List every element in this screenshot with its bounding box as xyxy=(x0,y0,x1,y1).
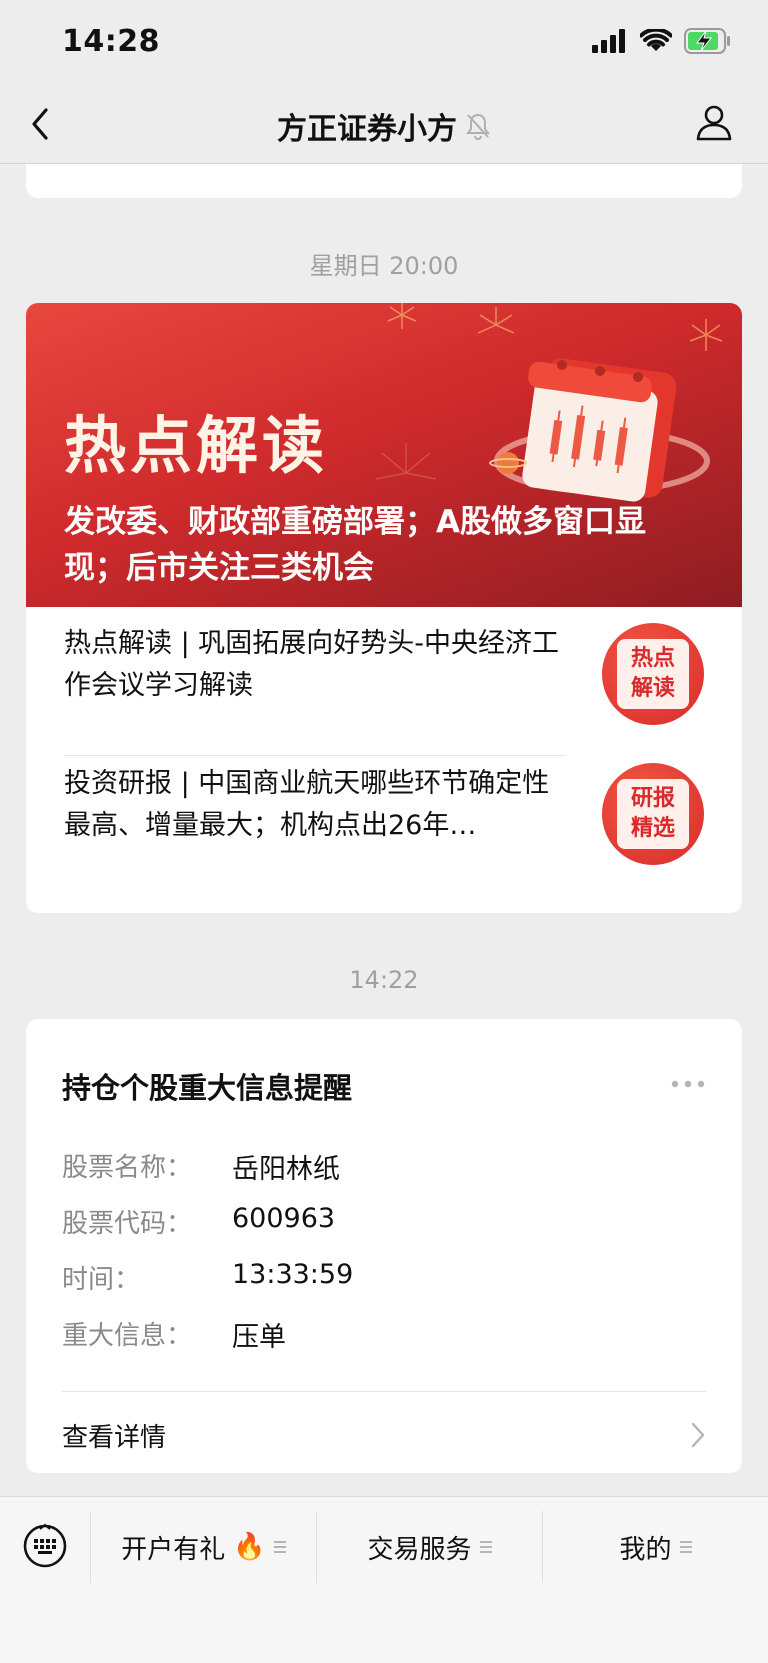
field-value: 岳阳林纸 xyxy=(232,1154,340,1185)
field-label: 时间： xyxy=(62,1265,141,1295)
previous-message-card[interactable] xyxy=(26,164,742,198)
fire-icon: 🔥 xyxy=(233,1532,266,1562)
news-item[interactable]: 投资研报 | 中国商业航天哪些环节确定性最高、增量最大；机构点出26年… 研报精… xyxy=(64,763,704,893)
news-item-title: 投资研报 | 中国商业航天哪些环节确定性最高、增量最大；机构点出26年… xyxy=(64,768,550,841)
chevron-right-icon xyxy=(691,1422,705,1448)
news-card: 热点解读 发改委、财政部重磅部署；A股做多窗口显现；后市关注三类机会 热点解读 … xyxy=(26,303,742,913)
menu-item-account-gift[interactable]: 开户有礼 🔥 xyxy=(90,1511,316,1583)
field-value: 13:33:59 xyxy=(232,1259,354,1290)
user-profile-icon[interactable] xyxy=(694,102,734,142)
divider xyxy=(62,1391,706,1392)
status-time: 14:28 xyxy=(62,24,160,59)
news-thumbnail-label: 研报 精选 xyxy=(617,779,689,849)
banner-title: 热点解读 xyxy=(64,409,329,482)
field-label: 股票名称： xyxy=(62,1153,193,1183)
alert-card[interactable]: 持仓个股重大信息提醒 股票名称： 岳阳林纸 股票代码： 600963 时间： 1… xyxy=(26,1019,742,1473)
chat-name: 方正证券小方 xyxy=(277,112,457,147)
news-thumbnail: 热点 解读 xyxy=(602,623,704,725)
field-major-info: 重大信息： 压单 xyxy=(62,1315,702,1355)
news-item-title: 热点解读 | 巩固拓展向好势头-中央经济工作会议学习解读 xyxy=(64,628,560,701)
message-timestamp: 14:22 xyxy=(349,966,419,994)
wifi-icon xyxy=(640,29,672,51)
submenu-icon xyxy=(679,1538,692,1556)
menu-item-mine[interactable]: 我的 xyxy=(542,1511,768,1583)
news-thumbnail: 研报 精选 xyxy=(602,763,704,865)
divider xyxy=(64,755,566,756)
field-stock-code: 股票代码： 600963 xyxy=(62,1203,702,1243)
menu-item-label: 我的 xyxy=(619,1534,672,1565)
view-details-label: 查看详情 xyxy=(62,1423,167,1453)
news-thumbnail-label: 热点 解读 xyxy=(617,639,689,709)
keyboard-icon[interactable] xyxy=(22,1523,68,1569)
signal-icon xyxy=(592,29,625,53)
news-item[interactable]: 热点解读 | 巩固拓展向好势头-中央经济工作会议学习解读 热点 解读 xyxy=(64,623,704,753)
menu-item-label: 交易服务 xyxy=(367,1534,472,1565)
field-stock-name: 股票名称： 岳阳林纸 xyxy=(62,1147,702,1187)
field-label: 股票代码： xyxy=(62,1209,193,1239)
submenu-icon xyxy=(479,1538,492,1556)
mute-bell-icon xyxy=(466,113,490,140)
submenu-icon xyxy=(273,1538,286,1556)
field-time: 时间： 13:33:59 xyxy=(62,1259,702,1299)
message-timestamp: 星期日 20:00 xyxy=(309,252,459,280)
banner-subtitle: 发改委、财政部重磅部署；A股做多窗口显现；后市关注三类机会 xyxy=(64,504,646,586)
page-title: 方正证券小方 xyxy=(0,104,768,148)
bottom-menu: 开户有礼 🔥 交易服务 我的 xyxy=(90,1511,768,1583)
field-label: 重大信息： xyxy=(62,1321,193,1351)
menu-item-label: 开户有礼 xyxy=(121,1534,226,1565)
nav-bar: 方正证券小方 xyxy=(0,84,768,164)
bottom-menu-bar: 开户有礼 🔥 交易服务 我的 xyxy=(0,1496,768,1663)
status-bar: 14:28 xyxy=(0,0,768,84)
status-icons xyxy=(592,28,732,54)
menu-item-trade-service[interactable]: 交易服务 xyxy=(316,1511,542,1583)
battery-charging-icon xyxy=(684,28,730,54)
news-banner[interactable]: 热点解读 发改委、财政部重磅部署；A股做多窗口显现；后市关注三类机会 xyxy=(26,303,742,607)
field-value: 压单 xyxy=(232,1322,286,1353)
view-details-link[interactable]: 查看详情 xyxy=(62,1411,706,1461)
alert-title: 持仓个股重大信息提醒 xyxy=(62,1071,353,1105)
field-value: 600963 xyxy=(232,1203,336,1234)
more-options-icon[interactable] xyxy=(670,1079,706,1089)
